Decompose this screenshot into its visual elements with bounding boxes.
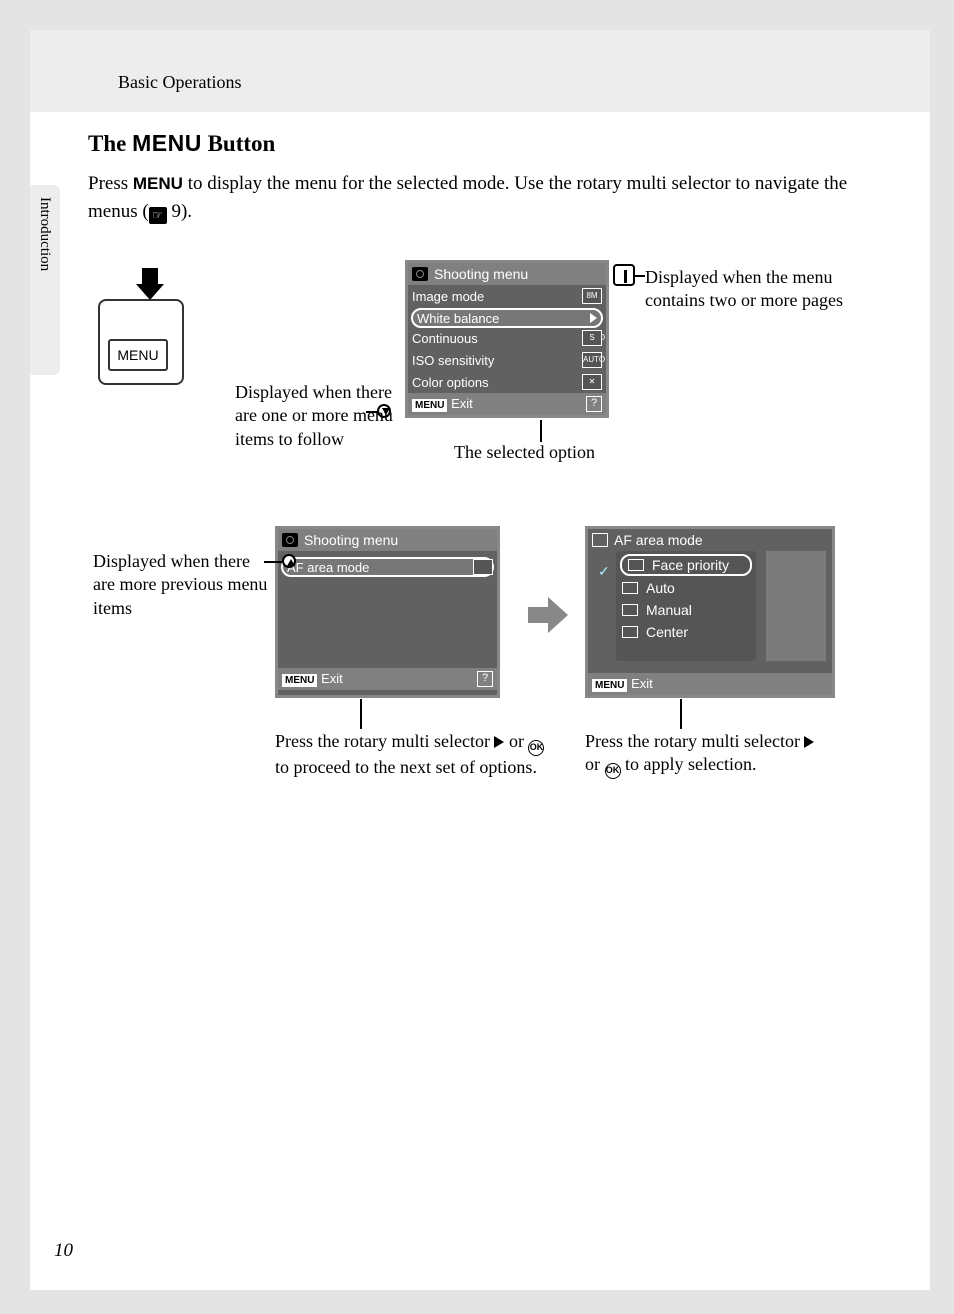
menu-label: AF area mode bbox=[287, 560, 369, 575]
menu-value: AUTO bbox=[582, 352, 602, 368]
menu-row-continuous: Continuous S bbox=[408, 327, 606, 349]
menu-value: 8M bbox=[582, 288, 602, 304]
leader-line bbox=[635, 275, 645, 277]
check-icon: ✓ bbox=[598, 563, 610, 580]
option-manual: Manual bbox=[616, 599, 756, 621]
intro-text-3: ). bbox=[181, 201, 192, 222]
af-area-mode-screen: AF area mode Face priority Auto Manual C… bbox=[585, 526, 835, 698]
running-head: Basic Operations bbox=[118, 72, 241, 93]
option-label: Center bbox=[646, 624, 688, 640]
leader-line bbox=[540, 420, 542, 442]
menu-label: Color options bbox=[412, 375, 489, 390]
right-triangle-icon bbox=[494, 736, 504, 748]
menu-tag-icon: MENU bbox=[282, 674, 317, 687]
proceed-arrow-icon bbox=[526, 595, 570, 635]
intro-text-2: to display the menu for the selected mod… bbox=[88, 173, 847, 222]
menu-label: White balance bbox=[417, 311, 499, 326]
menu-value: ✕ bbox=[582, 374, 602, 390]
intro-paragraph: Press MENU to display the menu for the s… bbox=[88, 170, 878, 225]
help-icon: ? bbox=[477, 671, 493, 687]
page-number: 10 bbox=[54, 1240, 73, 1262]
left-icon-column: ✓ bbox=[598, 563, 610, 580]
menu-button-label: MENU bbox=[108, 339, 168, 371]
screen2-footer: MENU Exit ? bbox=[278, 668, 497, 690]
face-priority-icon bbox=[628, 559, 644, 571]
menu-label: ISO sensitivity bbox=[412, 353, 494, 368]
exit-label: Exit bbox=[631, 676, 653, 691]
camera-icon bbox=[412, 267, 428, 281]
caption-text: Press the rotary multi selector bbox=[275, 731, 494, 751]
heading-pre: The bbox=[88, 131, 132, 156]
more-above-indicator-icon bbox=[282, 554, 296, 568]
menu-word-inline: MENU bbox=[133, 174, 183, 193]
manual-af-icon bbox=[622, 604, 638, 616]
screen1-title: Shooting menu bbox=[434, 266, 528, 282]
menu-label: Image mode bbox=[412, 289, 484, 304]
caption-text: to apply selection. bbox=[621, 754, 757, 774]
screen2-title: Shooting menu bbox=[304, 532, 398, 548]
caption-apply: Press the rotary multi selector or OK to… bbox=[585, 730, 825, 779]
menu-label: Continuous bbox=[412, 331, 478, 346]
scrollbar-icon bbox=[613, 264, 635, 286]
caption-text: Press the rotary multi selector bbox=[585, 731, 804, 751]
auto-af-icon bbox=[622, 582, 638, 594]
exit-label: Exit bbox=[451, 396, 473, 411]
camera-icon bbox=[282, 533, 298, 547]
menu-button-illustration: MENU bbox=[98, 299, 184, 385]
screen3-title: AF area mode bbox=[614, 532, 703, 548]
option-label: Manual bbox=[646, 602, 692, 618]
right-triangle-icon bbox=[804, 736, 814, 748]
option-auto: Auto bbox=[616, 577, 756, 599]
heading-post: Button bbox=[202, 131, 276, 156]
intro-ref-num: 9 bbox=[171, 201, 181, 222]
option-label: Face priority bbox=[652, 557, 729, 573]
menu-row-color-options: Color options ✕ bbox=[408, 371, 606, 393]
menu-row-iso: ISO sensitivity AUTO bbox=[408, 349, 606, 371]
screen2-header: Shooting menu bbox=[278, 529, 497, 551]
af-header-icon bbox=[592, 533, 608, 547]
option-face-priority-selected: Face priority bbox=[620, 554, 752, 576]
caption-text: to proceed to the next set of options. bbox=[275, 757, 537, 777]
options-list: Face priority Auto Manual Center bbox=[616, 551, 756, 661]
menu-row-af-area-mode-selected: AF area mode bbox=[281, 557, 494, 577]
screen3-footer: MENU Exit bbox=[588, 673, 832, 695]
ok-button-icon: OK bbox=[605, 763, 621, 779]
heading-menu-word: MENU bbox=[132, 130, 202, 156]
menu-tag-icon: MENU bbox=[592, 679, 627, 692]
caption-proceed: Press the rotary multi selector or OK to… bbox=[275, 730, 555, 779]
leader-line bbox=[680, 699, 682, 729]
page-heading: The MENU Button bbox=[88, 130, 275, 157]
exit-label: Exit bbox=[321, 671, 343, 686]
chevron-right-icon bbox=[590, 313, 597, 323]
intro-text-1: Press bbox=[88, 173, 133, 194]
option-center: Center bbox=[616, 621, 756, 643]
menu-row-image-mode: Image mode 8M bbox=[408, 285, 606, 307]
callout-more-above: Displayed when there are more previous m… bbox=[93, 550, 273, 620]
option-label: Auto bbox=[646, 580, 675, 596]
screen1-header: Shooting menu bbox=[408, 263, 606, 285]
callout-multi-page: Displayed when the menu contains two or … bbox=[645, 266, 875, 313]
af-value-icon bbox=[473, 559, 493, 580]
help-icon: ? bbox=[586, 396, 602, 412]
caption-text: or bbox=[585, 754, 605, 774]
leader-line bbox=[360, 699, 362, 729]
shooting-menu-screen-1: Shooting menu Image mode 8M White balance… bbox=[405, 260, 609, 418]
preview-pane bbox=[766, 551, 826, 661]
ok-button-icon: OK bbox=[528, 740, 544, 756]
menu-value: S bbox=[582, 330, 602, 346]
callout-more-below: Displayed when there are one or more men… bbox=[235, 381, 405, 451]
screen3-header: AF area mode bbox=[588, 529, 832, 551]
screen1-footer: MENU Exit ? bbox=[408, 393, 606, 415]
center-af-icon bbox=[622, 626, 638, 638]
menu-tag-icon: MENU bbox=[412, 399, 447, 412]
page-ref-icon: ☞ bbox=[149, 207, 167, 224]
callout-selected-option: The selected option bbox=[454, 441, 674, 464]
shooting-menu-screen-2: Shooting menu AF area mode MENU Exit ? bbox=[275, 526, 500, 698]
side-tab: Introduction bbox=[36, 197, 53, 271]
caption-text: or bbox=[504, 731, 528, 751]
menu-row-white-balance-selected: White balance bbox=[411, 308, 603, 328]
